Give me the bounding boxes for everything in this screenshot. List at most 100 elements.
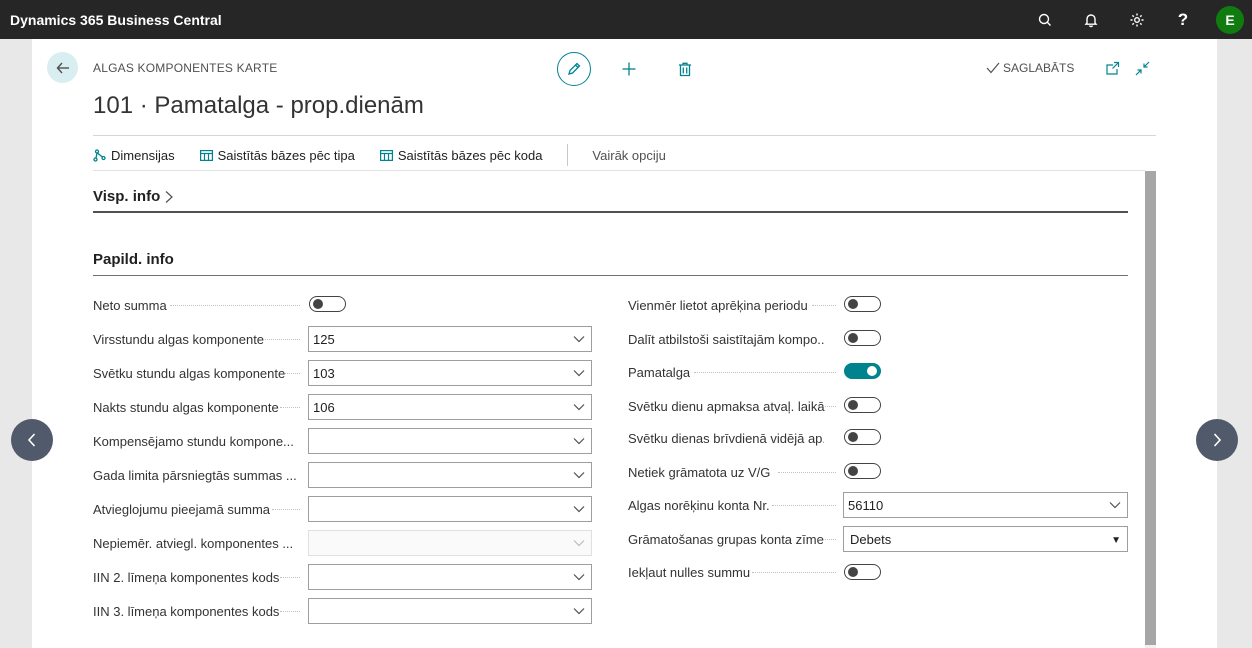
table-icon — [379, 149, 393, 161]
section-additional-underline — [93, 275, 1128, 276]
chevron-down-icon — [1109, 502, 1121, 509]
chevron-down-icon — [573, 438, 585, 445]
field-label: Neto summa — [93, 297, 167, 313]
open-new-window-button[interactable] — [1103, 59, 1121, 77]
year-limit-select[interactable] — [308, 462, 592, 488]
field-label: Svētku dienas brīvdienā vidējā ap... — [628, 430, 824, 446]
field-label: Kompensējamo stundu kompone... — [93, 433, 294, 449]
select-value: 125 — [313, 331, 335, 347]
field-holiday-hours: Svētku stundu algas komponente — [93, 360, 285, 386]
field-posting-sign: Grāmatošanas grupas konta zīme — [628, 526, 824, 552]
toggle-knob — [848, 400, 858, 410]
iin3-select[interactable] — [308, 598, 592, 624]
more-options-button[interactable]: Vairāk opciju — [592, 148, 665, 163]
plus-icon — [622, 62, 636, 76]
iin2-select[interactable] — [308, 564, 592, 590]
toggle-knob — [313, 299, 323, 309]
field-label: Nepiemēr. atviegl. komponentes ... — [93, 535, 294, 551]
toggle-knob — [848, 466, 858, 476]
select-value: 56110 — [848, 497, 884, 513]
help-icon[interactable]: ? — [1160, 0, 1206, 39]
caret-down-icon: ▼ — [1111, 535, 1121, 546]
select-value: 106 — [313, 399, 335, 415]
next-record-button[interactable] — [1196, 419, 1238, 461]
field-label: Dalīt atbilstoši saistītajām kompo... — [628, 331, 824, 347]
field-iin3: IIN 3. līmeņa komponentes kods — [93, 598, 279, 624]
leader-dots — [694, 372, 836, 373]
dimensions-action[interactable]: Dimensijas — [93, 148, 175, 163]
holiday-avg-toggle[interactable] — [844, 429, 881, 445]
action-bar: Dimensijas Saistītās bāzes pēc tipa Sais… — [93, 142, 666, 168]
arrow-left-icon — [56, 62, 69, 73]
field-label: Svētku dienu apmaksa atvaļ. laikā — [628, 398, 825, 414]
field-holiday-avg: Svētku dienas brīvdienā vidējā ap... — [628, 425, 824, 451]
field-overtime: Virsstundu algas komponente — [93, 326, 264, 352]
leader-dots — [265, 339, 300, 340]
bell-icon[interactable] — [1068, 0, 1114, 39]
field-label: Pamatalga — [628, 364, 691, 380]
chevron-down-icon — [573, 574, 585, 581]
field-split: Dalīt atbilstoši saistītajām kompo... — [628, 326, 824, 352]
leader-dots — [280, 577, 300, 578]
base-salary-toggle[interactable] — [844, 363, 881, 379]
trash-icon — [679, 62, 691, 76]
field-neto: Neto summa — [93, 292, 167, 318]
section-general-underline — [93, 211, 1128, 213]
gear-icon[interactable] — [1114, 0, 1160, 39]
field-label: IIN 3. līmeņa komponentes kods — [93, 603, 280, 619]
holiday-hours-select[interactable]: 103 — [308, 360, 592, 386]
linked-by-code-label: Saistītās bāzes pēc koda — [397, 147, 543, 163]
always-period-toggle[interactable] — [844, 296, 881, 312]
toggle-knob — [848, 299, 858, 309]
field-include-zero: Iekļaut nulles summu — [628, 559, 750, 585]
toggle-knob — [867, 366, 877, 376]
overtime-select[interactable]: 125 — [308, 326, 592, 352]
chevron-down-icon — [573, 506, 585, 513]
previous-record-button[interactable] — [11, 419, 53, 461]
linked-by-type-action[interactable]: Saistītās bāzes pēc tipa — [199, 148, 355, 163]
edit-button[interactable] — [557, 52, 591, 86]
pencil-icon — [568, 62, 581, 75]
holiday-pay-toggle[interactable] — [844, 397, 881, 413]
night-hours-select[interactable]: 106 — [308, 394, 592, 420]
table-icon — [199, 149, 213, 161]
avatar[interactable]: E — [1216, 5, 1244, 34]
field-label: Iekļaut nulles summu — [628, 564, 751, 580]
field-label: IIN 2. līmeņa komponentes kods — [93, 569, 280, 585]
not-posted-toggle[interactable] — [844, 463, 881, 479]
relief-select[interactable] — [308, 496, 592, 522]
chevron-down-icon — [573, 336, 585, 343]
action-separator — [567, 144, 569, 166]
field-label: Svētku stundu algas komponente — [93, 365, 286, 381]
linked-by-code-action[interactable]: Saistītās bāzes pēc koda — [379, 147, 543, 163]
field-non-relief: Nepiemēr. atviegl. komponentes ... — [93, 530, 293, 556]
toggle-knob — [848, 432, 858, 442]
page-title: 101 · Pamatalga - prop.dienām — [93, 92, 424, 119]
section-additional-header[interactable]: Papild. info — [93, 251, 174, 268]
leader-dots — [280, 407, 300, 408]
comp-hours-select[interactable] — [308, 428, 592, 454]
include-zero-toggle[interactable] — [844, 564, 881, 580]
collapse-button[interactable] — [1133, 59, 1151, 77]
field-label: Grāmatošanas grupas konta zīme — [628, 531, 824, 547]
section-general-header[interactable]: Visp. info — [93, 188, 174, 205]
section-general-title: Visp. info — [93, 188, 161, 205]
chevron-down-icon — [573, 370, 585, 377]
header-divider — [93, 135, 1156, 136]
delete-button[interactable] — [675, 59, 695, 79]
new-button[interactable] — [619, 59, 639, 79]
neto-toggle[interactable] — [309, 296, 346, 312]
account-select[interactable]: 56110 — [843, 492, 1128, 518]
chevron-left-icon — [27, 433, 36, 447]
split-toggle[interactable] — [844, 330, 881, 346]
chevron-right-icon — [165, 190, 174, 203]
non-relief-select — [308, 530, 592, 556]
search-icon[interactable] — [1022, 0, 1068, 39]
posting-sign-select[interactable]: Debets ▼ — [843, 526, 1128, 552]
back-button[interactable] — [47, 52, 78, 83]
field-label: Vienmēr lietot aprēķina periodu — [628, 297, 808, 313]
field-comp-hours: Kompensējamo stundu kompone... — [93, 428, 294, 454]
select-value: 103 — [313, 365, 335, 381]
scrollbar-thumb[interactable] — [1145, 171, 1156, 645]
leader-dots — [772, 505, 836, 506]
